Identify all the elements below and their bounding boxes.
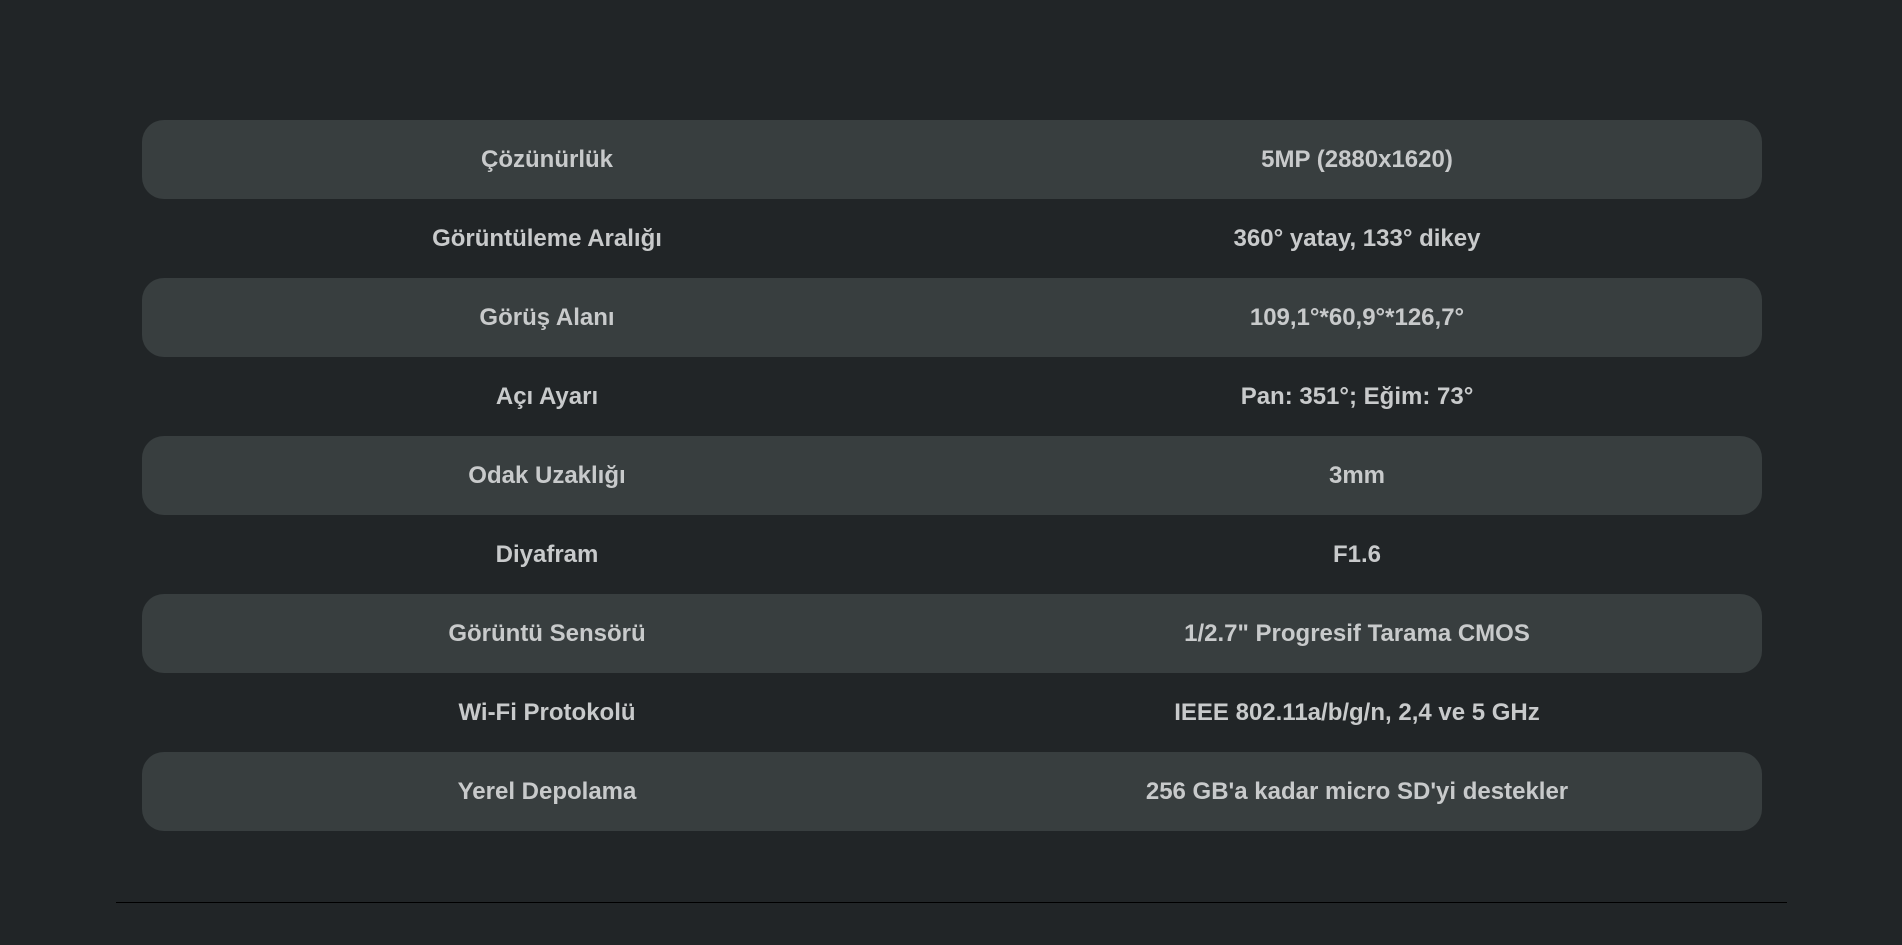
spec-value: F1.6 — [1332, 540, 1382, 568]
spec-row-resolution: Çözünürlük 5MP (2880x1620) — [142, 120, 1762, 199]
spec-value: 5MP (2880x1620) — [1261, 145, 1453, 173]
spec-row-image-sensor: Görüntü Sensörü 1/2.7" Progresif Tarama … — [142, 594, 1762, 673]
spec-value: 109,1°*60,9°*126,7° — [1249, 303, 1465, 331]
spec-row-aperture: Diyafram F1.6 — [142, 515, 1762, 594]
spec-value: 1/2.7" Progresif Tarama CMOS — [1184, 619, 1530, 647]
spec-label: Çözünürlük — [481, 145, 613, 173]
spec-row-angle-adjustment: Açı Ayarı Pan: 351°; Eğim: 73° — [142, 357, 1762, 436]
spec-value: 256 GB'a kadar micro SD'yi destekler — [1145, 777, 1569, 805]
spec-label: Görüntüleme Aralığı — [432, 224, 662, 252]
spec-label: Wi-Fi Protokolü — [458, 698, 636, 726]
spec-table: Çözünürlük 5MP (2880x1620) Görüntüleme A… — [142, 120, 1762, 831]
spec-row-focal-length: Odak Uzaklığı 3mm — [142, 436, 1762, 515]
spec-label: Görüntü Sensörü — [448, 619, 646, 647]
spec-label: Görüş Alanı — [479, 303, 615, 331]
spec-row-wifi-protocol: Wi-Fi Protokolü IEEE 802.11a/b/g/n, 2,4 … — [142, 673, 1762, 752]
spec-row-field-of-view: Görüş Alanı 109,1°*60,9°*126,7° — [142, 278, 1762, 357]
spec-value: Pan: 351°; Eğim: 73° — [1240, 382, 1474, 410]
spec-value: 3mm — [1328, 461, 1386, 489]
spec-row-local-storage: Yerel Depolama 256 GB'a kadar micro SD'y… — [142, 752, 1762, 831]
spec-row-viewing-range: Görüntüleme Aralığı 360° yatay, 133° dik… — [142, 199, 1762, 278]
spec-label: Diyafram — [495, 540, 599, 568]
bottom-divider — [116, 902, 1787, 903]
spec-value: 360° yatay, 133° dikey — [1233, 224, 1481, 252]
spec-label: Açı Ayarı — [495, 382, 599, 410]
spec-value: IEEE 802.11a/b/g/n, 2,4 ve 5 GHz — [1174, 698, 1540, 726]
spec-label: Odak Uzaklığı — [468, 461, 626, 489]
spec-label: Yerel Depolama — [457, 777, 637, 805]
